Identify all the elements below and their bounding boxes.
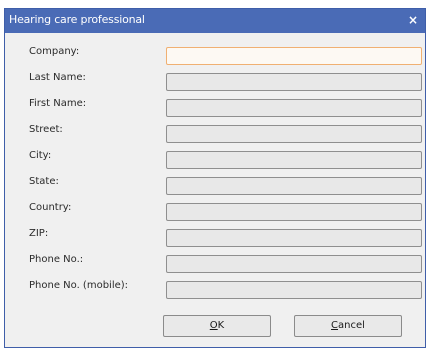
title-bar[interactable]: Hearing care professional × bbox=[5, 9, 425, 33]
state-label: State: bbox=[29, 176, 59, 187]
country-field[interactable] bbox=[166, 203, 422, 221]
phone-label: Phone No.: bbox=[29, 254, 84, 265]
zip-field[interactable] bbox=[166, 229, 422, 247]
ok-button[interactable]: OK bbox=[163, 315, 271, 337]
phone-field[interactable] bbox=[166, 255, 422, 273]
company-field[interactable] bbox=[166, 47, 422, 65]
cancel-mnemonic: C bbox=[331, 320, 339, 331]
city-field[interactable] bbox=[166, 151, 422, 169]
mobile-phone-label: Phone No. (mobile): bbox=[29, 280, 129, 291]
street-label: Street: bbox=[29, 124, 63, 135]
ok-label-rest: K bbox=[217, 320, 225, 331]
cancel-button[interactable]: Cancel bbox=[294, 315, 402, 337]
mobile-phone-field[interactable] bbox=[166, 281, 422, 299]
last-name-field[interactable] bbox=[166, 73, 422, 91]
hearing-care-dialog: Hearing care professional × Company: Las… bbox=[4, 8, 426, 348]
company-label: Company: bbox=[29, 46, 80, 57]
cancel-label-rest: ancel bbox=[338, 320, 365, 331]
first-name-label: First Name: bbox=[29, 98, 87, 109]
country-label: Country: bbox=[29, 202, 72, 213]
dialog-title: Hearing care professional bbox=[9, 13, 145, 26]
first-name-field[interactable] bbox=[166, 99, 422, 117]
last-name-label: Last Name: bbox=[29, 72, 86, 83]
city-label: City: bbox=[29, 150, 52, 161]
state-field[interactable] bbox=[166, 177, 422, 195]
zip-label: ZIP: bbox=[29, 228, 49, 239]
street-field[interactable] bbox=[166, 125, 422, 143]
close-icon[interactable]: × bbox=[405, 12, 421, 28]
ok-mnemonic: O bbox=[209, 320, 218, 331]
